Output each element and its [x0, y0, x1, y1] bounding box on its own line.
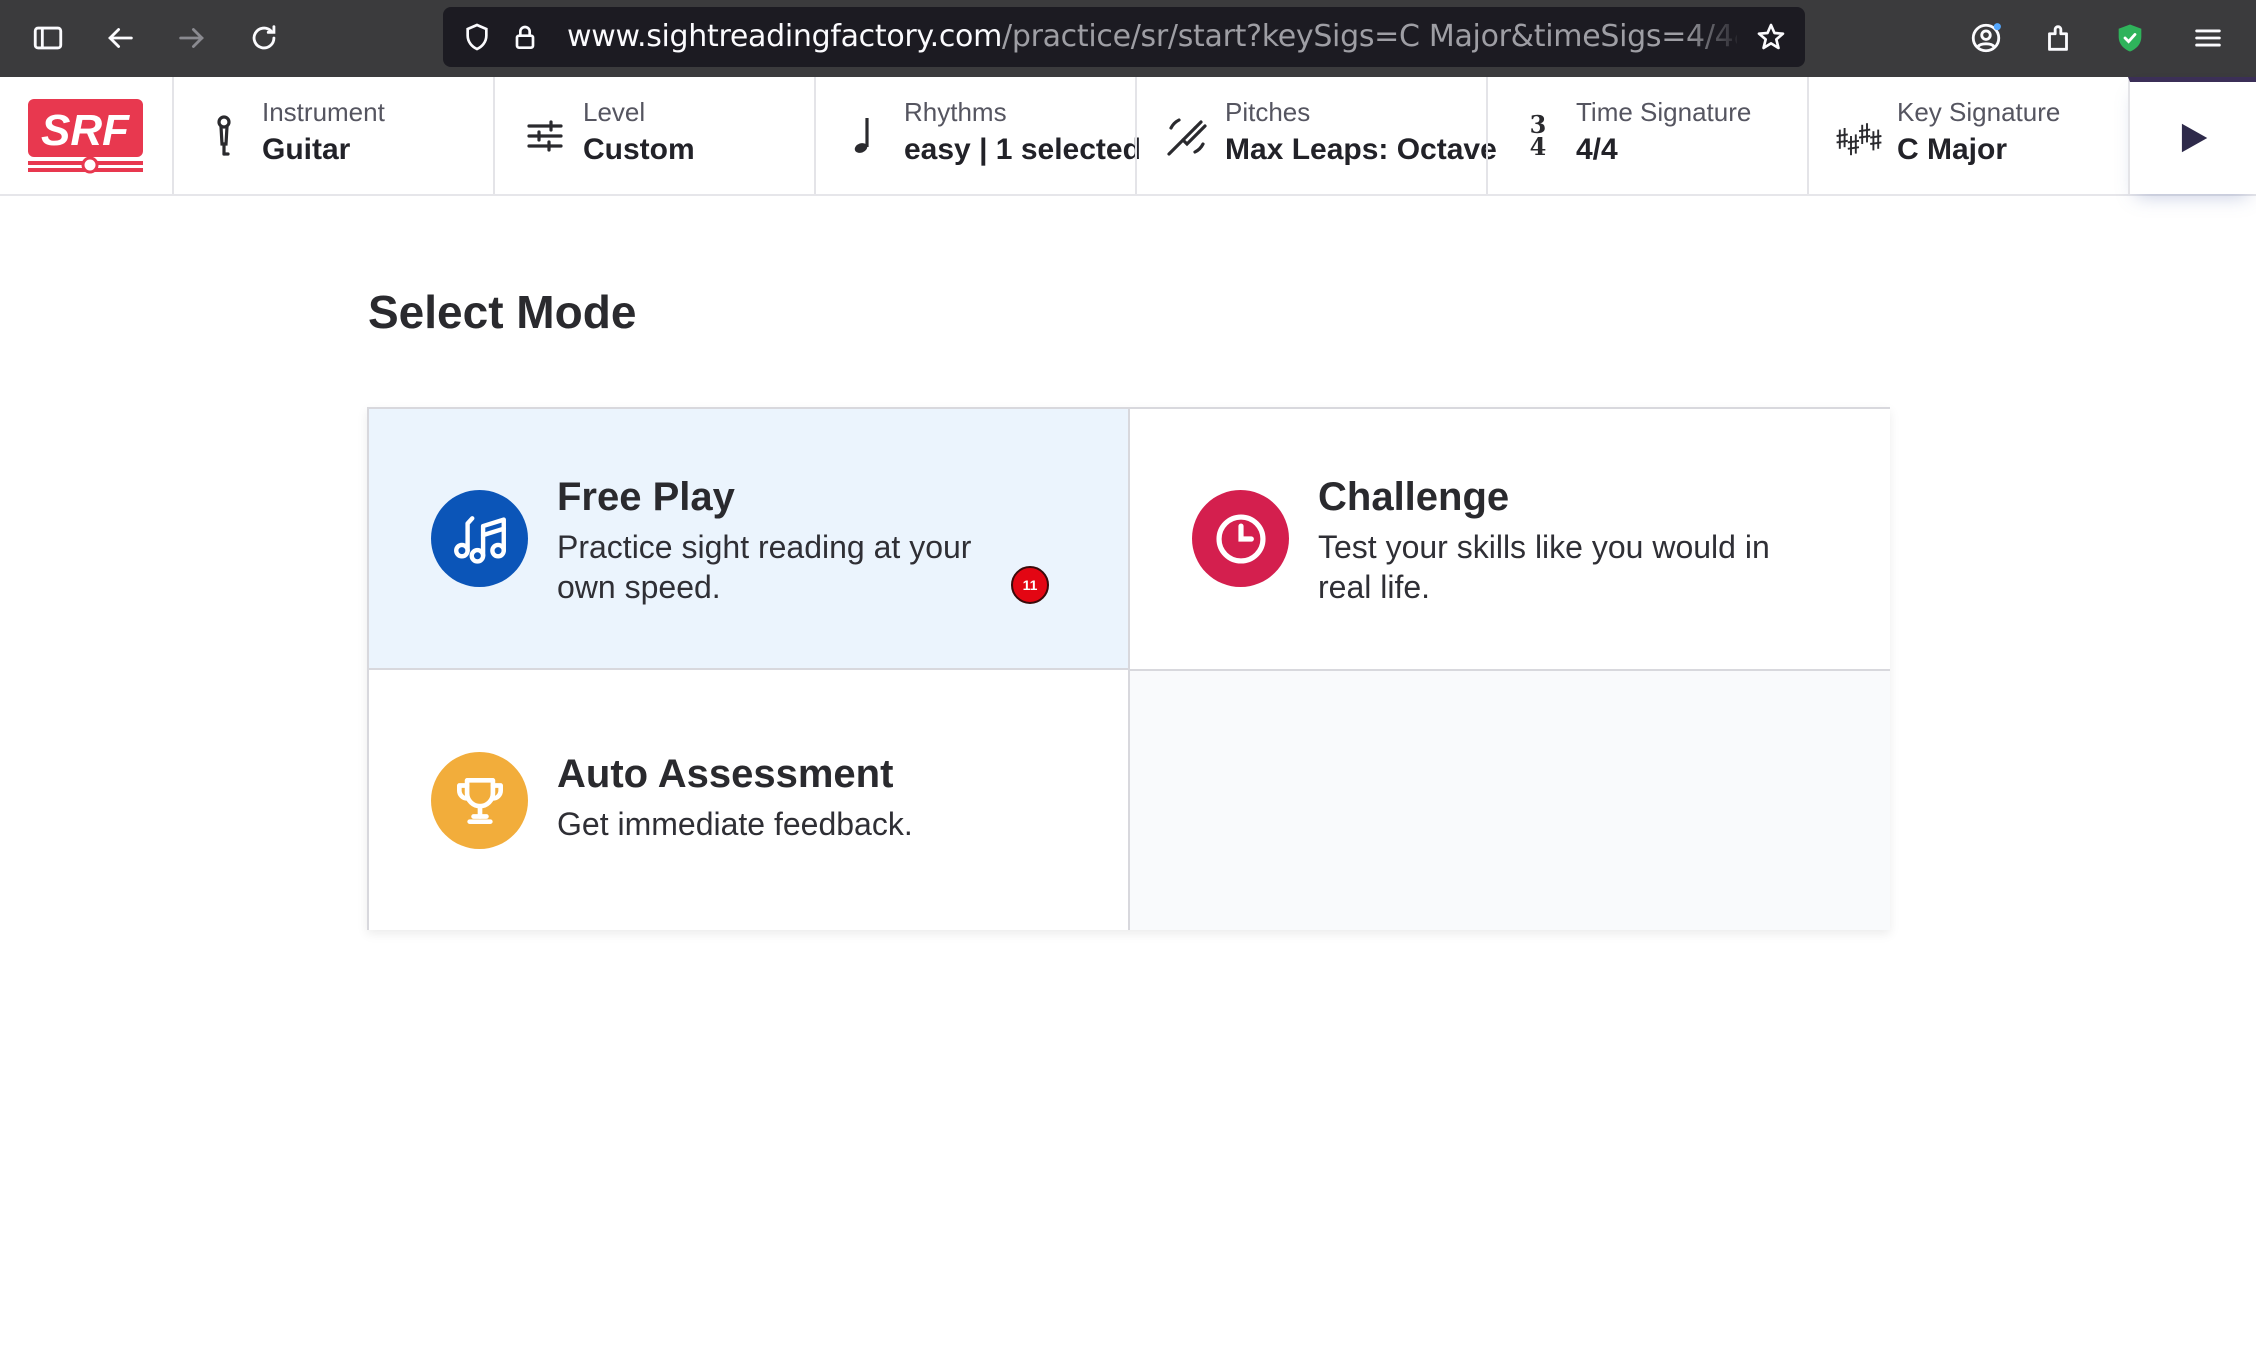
microphone-icon: [198, 110, 250, 162]
pitches-label: Pitches: [1225, 97, 1311, 127]
key-signature-value: C Major: [1897, 133, 2008, 166]
page-title: Select Mode: [368, 286, 637, 338]
settings-level[interactable]: Level Custom: [493, 77, 815, 194]
start-play-button[interactable]: [2128, 77, 2256, 194]
notification-badge: 11: [1011, 566, 1049, 604]
reload-icon[interactable]: [238, 12, 290, 64]
mode-title: Free Play: [557, 475, 735, 519]
browser-toolbar: www.sightreadingfactory.com/practice/sr/…: [0, 0, 2256, 77]
time-signature-label: Time Signature: [1576, 97, 1752, 127]
settings-pitches[interactable]: Pitches Max Leaps: Octave: [1135, 77, 1497, 194]
empty-grid-cell: [1130, 669, 1890, 930]
account-icon[interactable]: [1960, 12, 2012, 64]
time-signature-icon: 3 4: [1512, 110, 1564, 162]
quarter-note-icon: [840, 110, 892, 162]
instrument-value: Guitar: [262, 133, 351, 166]
url-text[interactable]: www.sightreadingfactory.com/practice/sr/…: [567, 7, 1737, 67]
time-signature-bottom: 4: [1529, 132, 1547, 161]
mode-title: Challenge: [1318, 475, 1510, 519]
settings-time-signature[interactable]: 3 4 Time Signature 4/4: [1486, 77, 1808, 194]
sidebar-toggle-icon[interactable]: [22, 12, 74, 64]
url-path: /practice/sr/start?keySigs=C Major&timeS…: [1002, 19, 1737, 54]
mode-card-auto-assessment[interactable]: Auto Assessment Get immediate feedback.: [369, 668, 1130, 930]
mode-description: Test your skills like you would in real …: [1318, 529, 1770, 605]
url-fade: [1683, 7, 1743, 67]
forward-icon[interactable]: [166, 12, 218, 64]
pitches-value: Max Leaps: Octave: [1225, 133, 1497, 166]
bookmark-star-icon[interactable]: [1753, 19, 1789, 55]
menu-icon[interactable]: [2182, 12, 2234, 64]
rhythms-label: Rhythms: [904, 97, 1007, 127]
sliders-icon: [519, 110, 571, 162]
trophy-icon: [431, 752, 528, 849]
time-signature-value: 4/4: [1576, 133, 1618, 166]
rhythms-value: easy | 1 selected: [904, 133, 1141, 166]
level-label: Level: [583, 97, 646, 127]
app-header: SRF Instrument Guitar Level Custom Rhyth…: [0, 77, 2256, 196]
level-value: Custom: [583, 133, 695, 166]
srf-logo[interactable]: SRF: [28, 99, 143, 174]
shield-extension-icon[interactable]: [2104, 12, 2156, 64]
logo-text: SRF: [41, 106, 130, 155]
play-icon: [2181, 123, 2208, 153]
settings-rhythms[interactable]: Rhythms easy | 1 selected: [814, 77, 1141, 194]
tuning-fork-icon: [1161, 110, 1213, 162]
address-bar[interactable]: www.sightreadingfactory.com/practice/sr/…: [443, 7, 1805, 67]
settings-key-signature[interactable]: Key Signature C Major: [1807, 77, 2129, 194]
lock-icon[interactable]: [507, 19, 543, 55]
url-domain: www.sightreadingfactory.com: [567, 19, 1003, 54]
mode-grid: Free Play Practice sight reading at your…: [367, 407, 1890, 930]
mode-description: Practice sight reading at your own speed…: [557, 529, 972, 605]
extensions-icon[interactable]: [2032, 12, 2084, 64]
mode-title: Auto Assessment: [557, 752, 894, 796]
mode-card-challenge[interactable]: Challenge Test your skills like you woul…: [1128, 409, 1890, 669]
sharps-icon: [1833, 110, 1885, 162]
key-signature-label: Key Signature: [1897, 97, 2061, 127]
instrument-label: Instrument: [262, 97, 385, 127]
music-notes-icon: [431, 490, 528, 587]
settings-instrument[interactable]: Instrument Guitar: [172, 77, 494, 194]
back-icon[interactable]: [94, 12, 146, 64]
mode-card-free-play[interactable]: Free Play Practice sight reading at your…: [369, 409, 1128, 668]
clock-icon: [1192, 490, 1289, 587]
mode-description: Get immediate feedback.: [557, 806, 913, 842]
shield-icon[interactable]: [459, 19, 495, 55]
